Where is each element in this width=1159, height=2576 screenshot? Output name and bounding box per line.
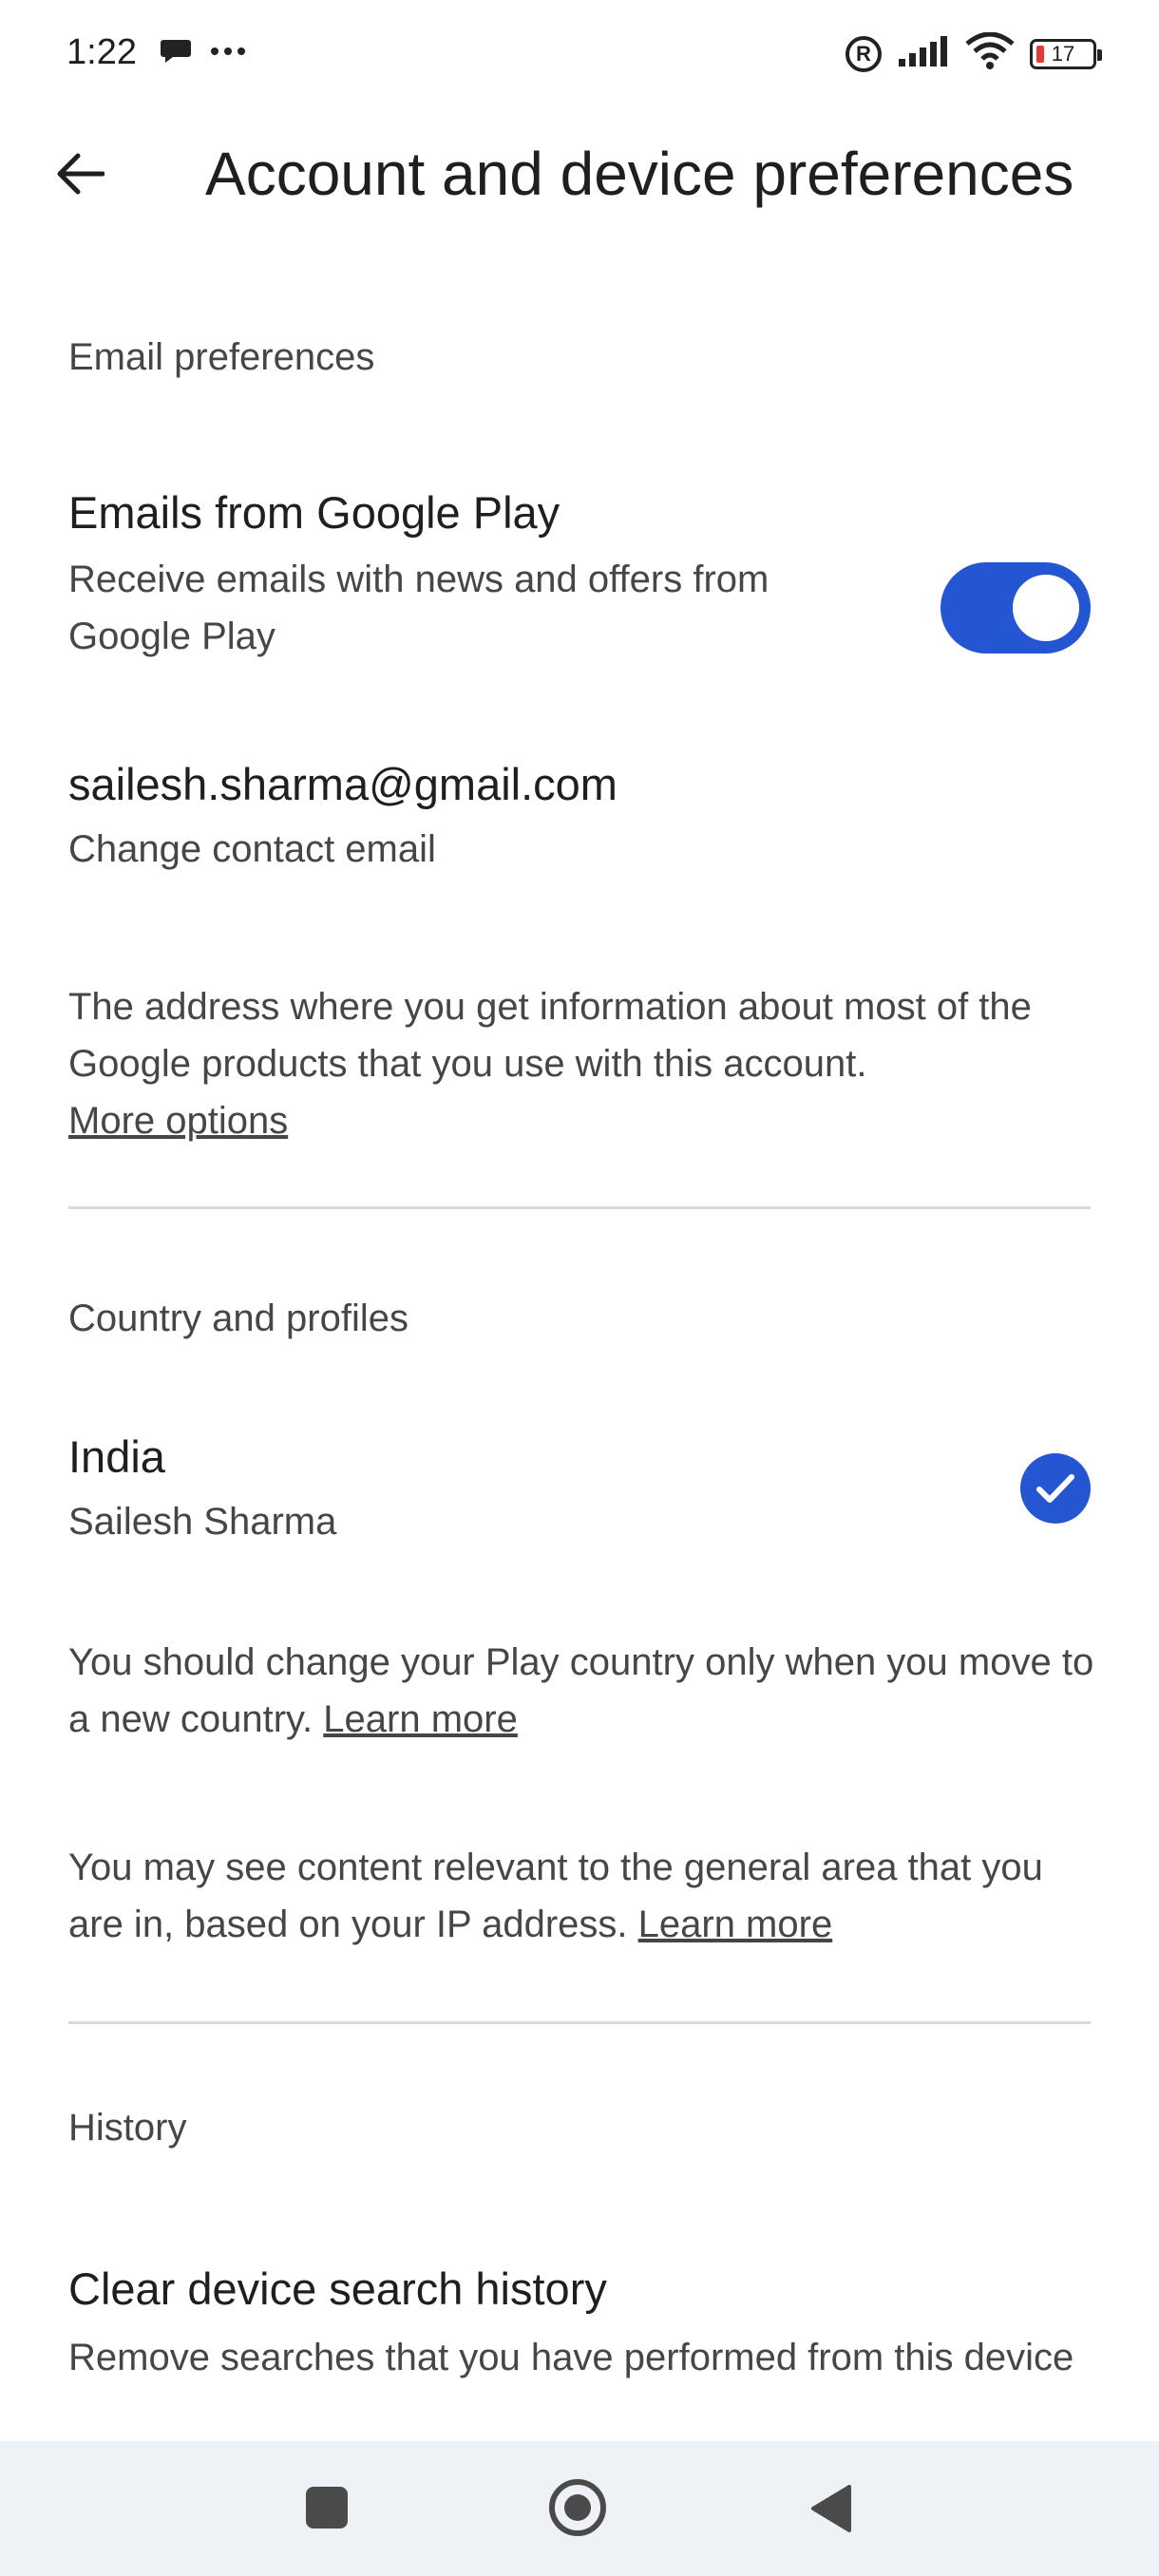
battery-icon: 17 [1030,38,1102,69]
back-button[interactable] [42,142,118,209]
recent-apps-button[interactable] [306,2487,348,2529]
page-title: Account and device preferences [205,140,1074,208]
country-info-text: You should change your Play country only… [68,1634,1094,1748]
ip-info-body: You may see content relevant to the gene… [68,1847,1043,1945]
status-left-icons [160,36,247,69]
email-info-text: The address where you get information ab… [68,978,1094,1149]
ip-info-text: You may see content relevant to the gene… [68,1839,1094,1953]
status-right-icons: R 17 [846,31,1102,75]
change-contact-email-label: Change contact email [68,828,436,870]
divider [68,1206,1091,1209]
chat-bubble-icon [160,36,192,69]
registered-icon: R [846,35,882,72]
check-circle-icon [1020,1453,1091,1524]
emails-toggle-subtitle: Receive emails with news and offers from… [68,559,770,657]
wifi-icon [965,31,1015,75]
arrow-back-icon [55,152,105,200]
email-info-body: The address where you get information ab… [68,986,1032,1085]
section-heading-email: Email preferences [68,336,375,378]
more-dots-icon [209,45,247,62]
learn-more-link-ip[interactable]: Learn more [638,1904,833,1945]
signal-icon [897,34,950,73]
clear-history-subtitle: Remove searches that you have performed … [68,2337,1074,2378]
section-heading-country: Country and profiles [68,1297,408,1339]
system-back-button[interactable] [808,2483,855,2534]
country-name: India [68,1431,165,1482]
section-heading-history: History [68,2107,187,2149]
emails-toggle-title: Emails from Google Play [68,487,560,538]
learn-more-link-country[interactable]: Learn more [323,1698,518,1740]
emails-toggle-switch[interactable] [940,562,1091,653]
contact-email: sailesh.sharma@gmail.com [68,759,618,809]
battery-level: 17 [1051,41,1075,66]
country-info-body: You should change your Play country only… [68,1641,1094,1740]
profile-name: Sailesh Sharma [68,1501,337,1543]
divider [68,2021,1091,2024]
status-time: 1:22 [66,32,137,72]
clear-history-title: Clear device search history [68,2263,607,2314]
home-button[interactable] [549,2479,606,2536]
more-options-link[interactable]: More options [68,1100,288,1142]
